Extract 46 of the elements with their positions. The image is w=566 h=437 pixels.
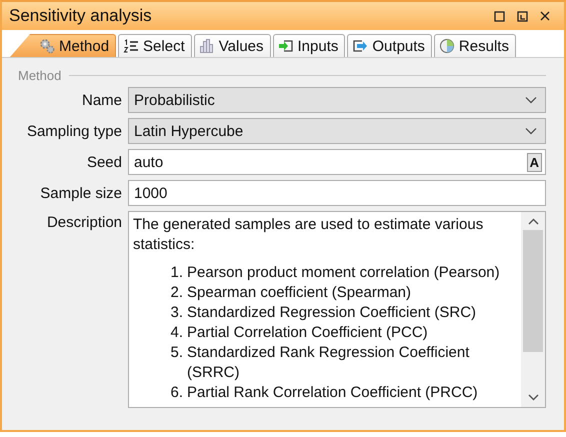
list-number: 5. <box>169 343 184 363</box>
scroll-up-icon[interactable] <box>528 218 538 225</box>
chevron-down-icon <box>525 96 537 104</box>
list-number: 6. <box>169 383 184 403</box>
auto-button[interactable]: A <box>526 152 542 172</box>
bar-chart-icon <box>198 38 215 54</box>
input-field[interactable]: 1000 <box>128 180 546 206</box>
window-title: Sensitivity analysis <box>9 6 152 26</box>
list-item-text: Partial Rank Correlation Coefficient (PRCC) <box>187 383 478 403</box>
scrollbar[interactable] <box>521 212 545 407</box>
list-item-text: Pearson product moment correlation (Pearson) <box>187 263 500 283</box>
tab[interactable]: Outputs <box>347 34 432 57</box>
field-label: Name <box>80 92 122 108</box>
scroll-down-icon[interactable] <box>528 394 538 401</box>
restore-icon[interactable] <box>517 10 528 22</box>
chevron-down-icon <box>525 127 537 135</box>
dropdown[interactable]: Latin Hypercube <box>128 118 546 144</box>
tab[interactable]: Select <box>118 34 192 57</box>
description-text: The generated samples are used to estimate various statistics: <box>133 215 484 255</box>
field-label: Description <box>46 213 122 231</box>
list-item-text: Partial Correlation Coefficient (PCC) <box>187 323 428 343</box>
pie-chart-icon <box>438 38 455 54</box>
list-item-text: Standardized Rank Regression Coefficient (SRRC) <box>187 343 470 383</box>
list-item-text: Standardized Regression Coefficient (SRC) <box>187 303 476 323</box>
field-label: Sample size <box>39 184 122 202</box>
tab[interactable]: Results <box>434 34 516 57</box>
maximize-icon[interactable] <box>494 10 505 22</box>
scrollbar-thumb[interactable] <box>523 230 543 352</box>
input-field[interactable]: auto A <box>128 149 546 175</box>
tab[interactable]: Inputs <box>272 34 346 57</box>
input-arrow-icon <box>278 38 294 54</box>
tab[interactable]: Method <box>10 34 116 57</box>
field-label: Sampling type <box>26 122 122 140</box>
numbered-list-icon <box>123 38 140 54</box>
tab[interactable]: Values <box>194 34 271 57</box>
field-label: Seed <box>86 154 122 170</box>
list-number: 2. <box>169 283 184 303</box>
output-arrow-icon <box>352 38 368 54</box>
list-item-text: Spearman coefficient (Spearman) <box>187 283 412 303</box>
gears-icon <box>39 38 55 54</box>
close-icon[interactable] <box>540 11 550 21</box>
list-number: 1. <box>169 263 184 283</box>
dropdown[interactable]: Probabilistic <box>128 87 546 113</box>
list-number: 4. <box>169 323 184 343</box>
list-number: 3. <box>169 303 184 323</box>
group-title: Method <box>18 68 62 82</box>
